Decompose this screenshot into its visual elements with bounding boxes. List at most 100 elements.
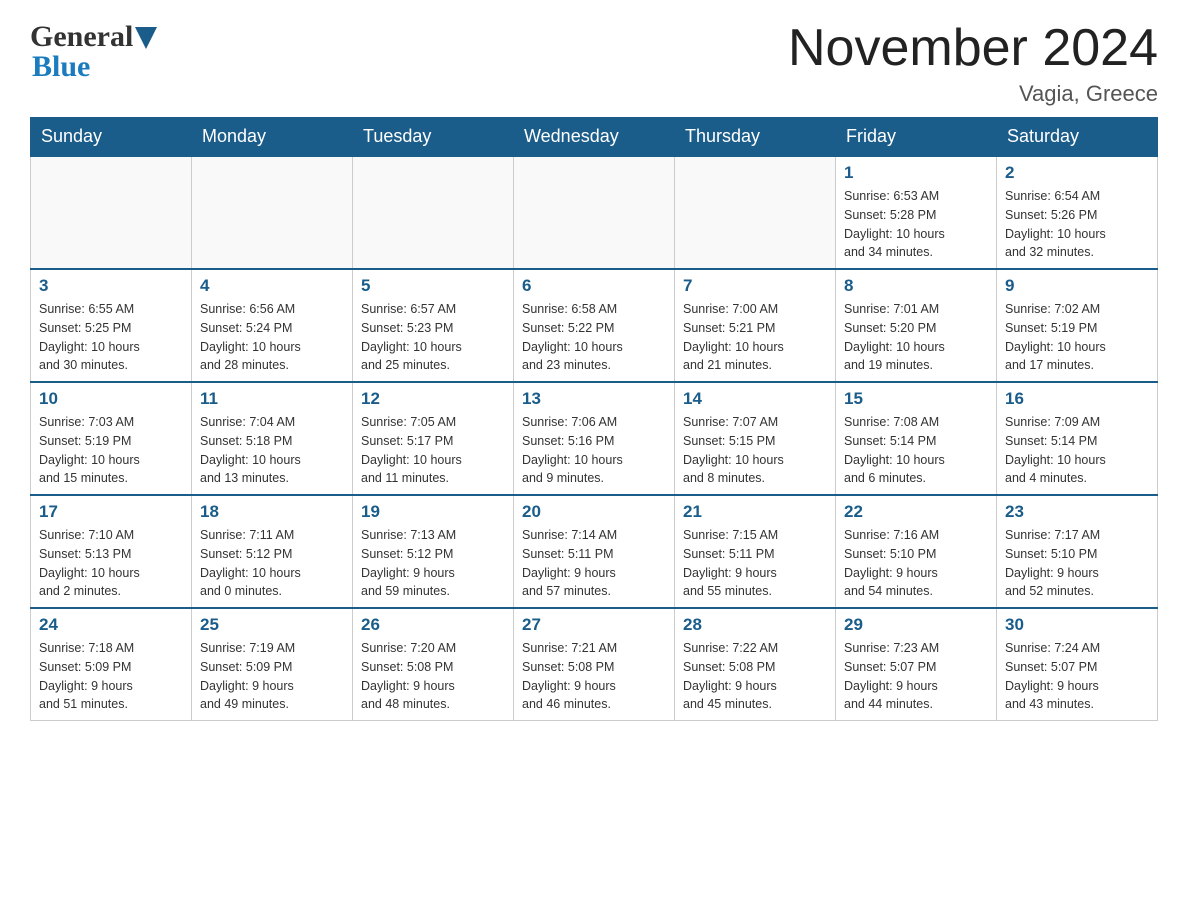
day-info: Sunrise: 7:03 AM Sunset: 5:19 PM Dayligh… [39, 413, 183, 488]
calendar-cell: 30 Sunrise: 7:24 AM Sunset: 5:07 PM Dayli… [997, 608, 1158, 721]
day-number: 9 [1005, 276, 1149, 296]
day-number: 24 [39, 615, 183, 635]
day-info: Sunrise: 6:54 AM Sunset: 5:26 PM Dayligh… [1005, 187, 1149, 262]
col-monday: Monday [192, 118, 353, 157]
day-number: 18 [200, 502, 344, 522]
day-info: Sunrise: 6:55 AM Sunset: 5:25 PM Dayligh… [39, 300, 183, 375]
day-info: Sunrise: 6:57 AM Sunset: 5:23 PM Dayligh… [361, 300, 505, 375]
day-number: 17 [39, 502, 183, 522]
day-info: Sunrise: 7:04 AM Sunset: 5:18 PM Dayligh… [200, 413, 344, 488]
calendar-cell: 13 Sunrise: 7:06 AM Sunset: 5:16 PM Dayli… [514, 382, 675, 495]
location: Vagia, Greece [788, 81, 1158, 107]
day-number: 27 [522, 615, 666, 635]
calendar-cell [675, 156, 836, 269]
calendar-cell: 28 Sunrise: 7:22 AM Sunset: 5:08 PM Dayli… [675, 608, 836, 721]
day-number: 19 [361, 502, 505, 522]
day-number: 1 [844, 163, 988, 183]
calendar-cell: 17 Sunrise: 7:10 AM Sunset: 5:13 PM Dayli… [31, 495, 192, 608]
day-info: Sunrise: 7:20 AM Sunset: 5:08 PM Dayligh… [361, 639, 505, 714]
days-of-week-row: Sunday Monday Tuesday Wednesday Thursday… [31, 118, 1158, 157]
calendar-cell: 4 Sunrise: 6:56 AM Sunset: 5:24 PM Daylig… [192, 269, 353, 382]
day-info: Sunrise: 7:06 AM Sunset: 5:16 PM Dayligh… [522, 413, 666, 488]
calendar-table: Sunday Monday Tuesday Wednesday Thursday… [30, 117, 1158, 721]
day-info: Sunrise: 7:24 AM Sunset: 5:07 PM Dayligh… [1005, 639, 1149, 714]
day-info: Sunrise: 7:02 AM Sunset: 5:19 PM Dayligh… [1005, 300, 1149, 375]
day-number: 16 [1005, 389, 1149, 409]
day-info: Sunrise: 7:16 AM Sunset: 5:10 PM Dayligh… [844, 526, 988, 601]
day-number: 23 [1005, 502, 1149, 522]
day-info: Sunrise: 7:15 AM Sunset: 5:11 PM Dayligh… [683, 526, 827, 601]
logo: General Blue [30, 20, 157, 84]
calendar-cell [514, 156, 675, 269]
week-row-0: 1 Sunrise: 6:53 AM Sunset: 5:28 PM Daylig… [31, 156, 1158, 269]
day-number: 6 [522, 276, 666, 296]
calendar-cell: 11Sunrise: 7:04 AM Sunset: 5:18 PM Dayli… [192, 382, 353, 495]
day-info: Sunrise: 7:22 AM Sunset: 5:08 PM Dayligh… [683, 639, 827, 714]
calendar-cell: 5Sunrise: 6:57 AM Sunset: 5:23 PM Daylig… [353, 269, 514, 382]
calendar-cell: 20 Sunrise: 7:14 AM Sunset: 5:11 PM Dayli… [514, 495, 675, 608]
week-row-1: 3 Sunrise: 6:55 AM Sunset: 5:25 PM Daylig… [31, 269, 1158, 382]
day-info: Sunrise: 7:10 AM Sunset: 5:13 PM Dayligh… [39, 526, 183, 601]
day-info: Sunrise: 7:13 AM Sunset: 5:12 PM Dayligh… [361, 526, 505, 601]
day-info: Sunrise: 7:11 AM Sunset: 5:12 PM Dayligh… [200, 526, 344, 601]
day-number: 14 [683, 389, 827, 409]
day-number: 2 [1005, 163, 1149, 183]
day-info: Sunrise: 6:53 AM Sunset: 5:28 PM Dayligh… [844, 187, 988, 262]
col-friday: Friday [836, 118, 997, 157]
calendar-cell: 18 Sunrise: 7:11 AM Sunset: 5:12 PM Dayli… [192, 495, 353, 608]
calendar-cell: 12Sunrise: 7:05 AM Sunset: 5:17 PM Dayli… [353, 382, 514, 495]
calendar-cell: 14Sunrise: 7:07 AM Sunset: 5:15 PM Dayli… [675, 382, 836, 495]
week-row-2: 10Sunrise: 7:03 AM Sunset: 5:19 PM Dayli… [31, 382, 1158, 495]
day-number: 7 [683, 276, 827, 296]
day-number: 8 [844, 276, 988, 296]
day-number: 29 [844, 615, 988, 635]
day-number: 21 [683, 502, 827, 522]
calendar-cell: 16 Sunrise: 7:09 AM Sunset: 5:14 PM Dayli… [997, 382, 1158, 495]
calendar-cell: 27 Sunrise: 7:21 AM Sunset: 5:08 PM Dayli… [514, 608, 675, 721]
page-header: General Blue November 2024 Vagia, Greece [30, 20, 1158, 107]
calendar-cell: 29 Sunrise: 7:23 AM Sunset: 5:07 PM Dayli… [836, 608, 997, 721]
day-info: Sunrise: 7:14 AM Sunset: 5:11 PM Dayligh… [522, 526, 666, 601]
day-info: Sunrise: 7:23 AM Sunset: 5:07 PM Dayligh… [844, 639, 988, 714]
day-info: Sunrise: 6:56 AM Sunset: 5:24 PM Dayligh… [200, 300, 344, 375]
day-info: Sunrise: 7:05 AM Sunset: 5:17 PM Dayligh… [361, 413, 505, 488]
day-number: 4 [200, 276, 344, 296]
day-info: Sunrise: 7:19 AM Sunset: 5:09 PM Dayligh… [200, 639, 344, 714]
day-info: Sunrise: 7:01 AM Sunset: 5:20 PM Dayligh… [844, 300, 988, 375]
day-number: 25 [200, 615, 344, 635]
calendar-cell: 8 Sunrise: 7:01 AM Sunset: 5:20 PM Daylig… [836, 269, 997, 382]
day-info: Sunrise: 7:09 AM Sunset: 5:14 PM Dayligh… [1005, 413, 1149, 488]
calendar-cell: 10Sunrise: 7:03 AM Sunset: 5:19 PM Dayli… [31, 382, 192, 495]
calendar-cell: 24Sunrise: 7:18 AM Sunset: 5:09 PM Dayli… [31, 608, 192, 721]
calendar-cell: 2 Sunrise: 6:54 AM Sunset: 5:26 PM Daylig… [997, 156, 1158, 269]
calendar-cell [353, 156, 514, 269]
calendar-cell [192, 156, 353, 269]
calendar-cell: 15 Sunrise: 7:08 AM Sunset: 5:14 PM Dayli… [836, 382, 997, 495]
day-number: 13 [522, 389, 666, 409]
day-number: 30 [1005, 615, 1149, 635]
day-info: Sunrise: 7:21 AM Sunset: 5:08 PM Dayligh… [522, 639, 666, 714]
calendar-cell: 19 Sunrise: 7:13 AM Sunset: 5:12 PM Dayli… [353, 495, 514, 608]
calendar-cell: 21 Sunrise: 7:15 AM Sunset: 5:11 PM Dayli… [675, 495, 836, 608]
col-tuesday: Tuesday [353, 118, 514, 157]
week-row-4: 24Sunrise: 7:18 AM Sunset: 5:09 PM Dayli… [31, 608, 1158, 721]
col-wednesday: Wednesday [514, 118, 675, 157]
col-sunday: Sunday [31, 118, 192, 157]
day-number: 26 [361, 615, 505, 635]
day-number: 22 [844, 502, 988, 522]
day-number: 20 [522, 502, 666, 522]
logo-general-text: General [30, 20, 133, 54]
day-info: Sunrise: 7:08 AM Sunset: 5:14 PM Dayligh… [844, 413, 988, 488]
calendar-cell: 6 Sunrise: 6:58 AM Sunset: 5:22 PM Daylig… [514, 269, 675, 382]
title-section: November 2024 Vagia, Greece [788, 20, 1158, 107]
month-title: November 2024 [788, 20, 1158, 77]
day-number: 28 [683, 615, 827, 635]
calendar-cell: 3 Sunrise: 6:55 AM Sunset: 5:25 PM Daylig… [31, 269, 192, 382]
calendar-cell: 9 Sunrise: 7:02 AM Sunset: 5:19 PM Daylig… [997, 269, 1158, 382]
logo-triangle-icon [135, 27, 157, 49]
calendar-cell: 23Sunrise: 7:17 AM Sunset: 5:10 PM Dayli… [997, 495, 1158, 608]
day-number: 15 [844, 389, 988, 409]
day-number: 3 [39, 276, 183, 296]
day-info: Sunrise: 6:58 AM Sunset: 5:22 PM Dayligh… [522, 300, 666, 375]
day-info: Sunrise: 7:00 AM Sunset: 5:21 PM Dayligh… [683, 300, 827, 375]
